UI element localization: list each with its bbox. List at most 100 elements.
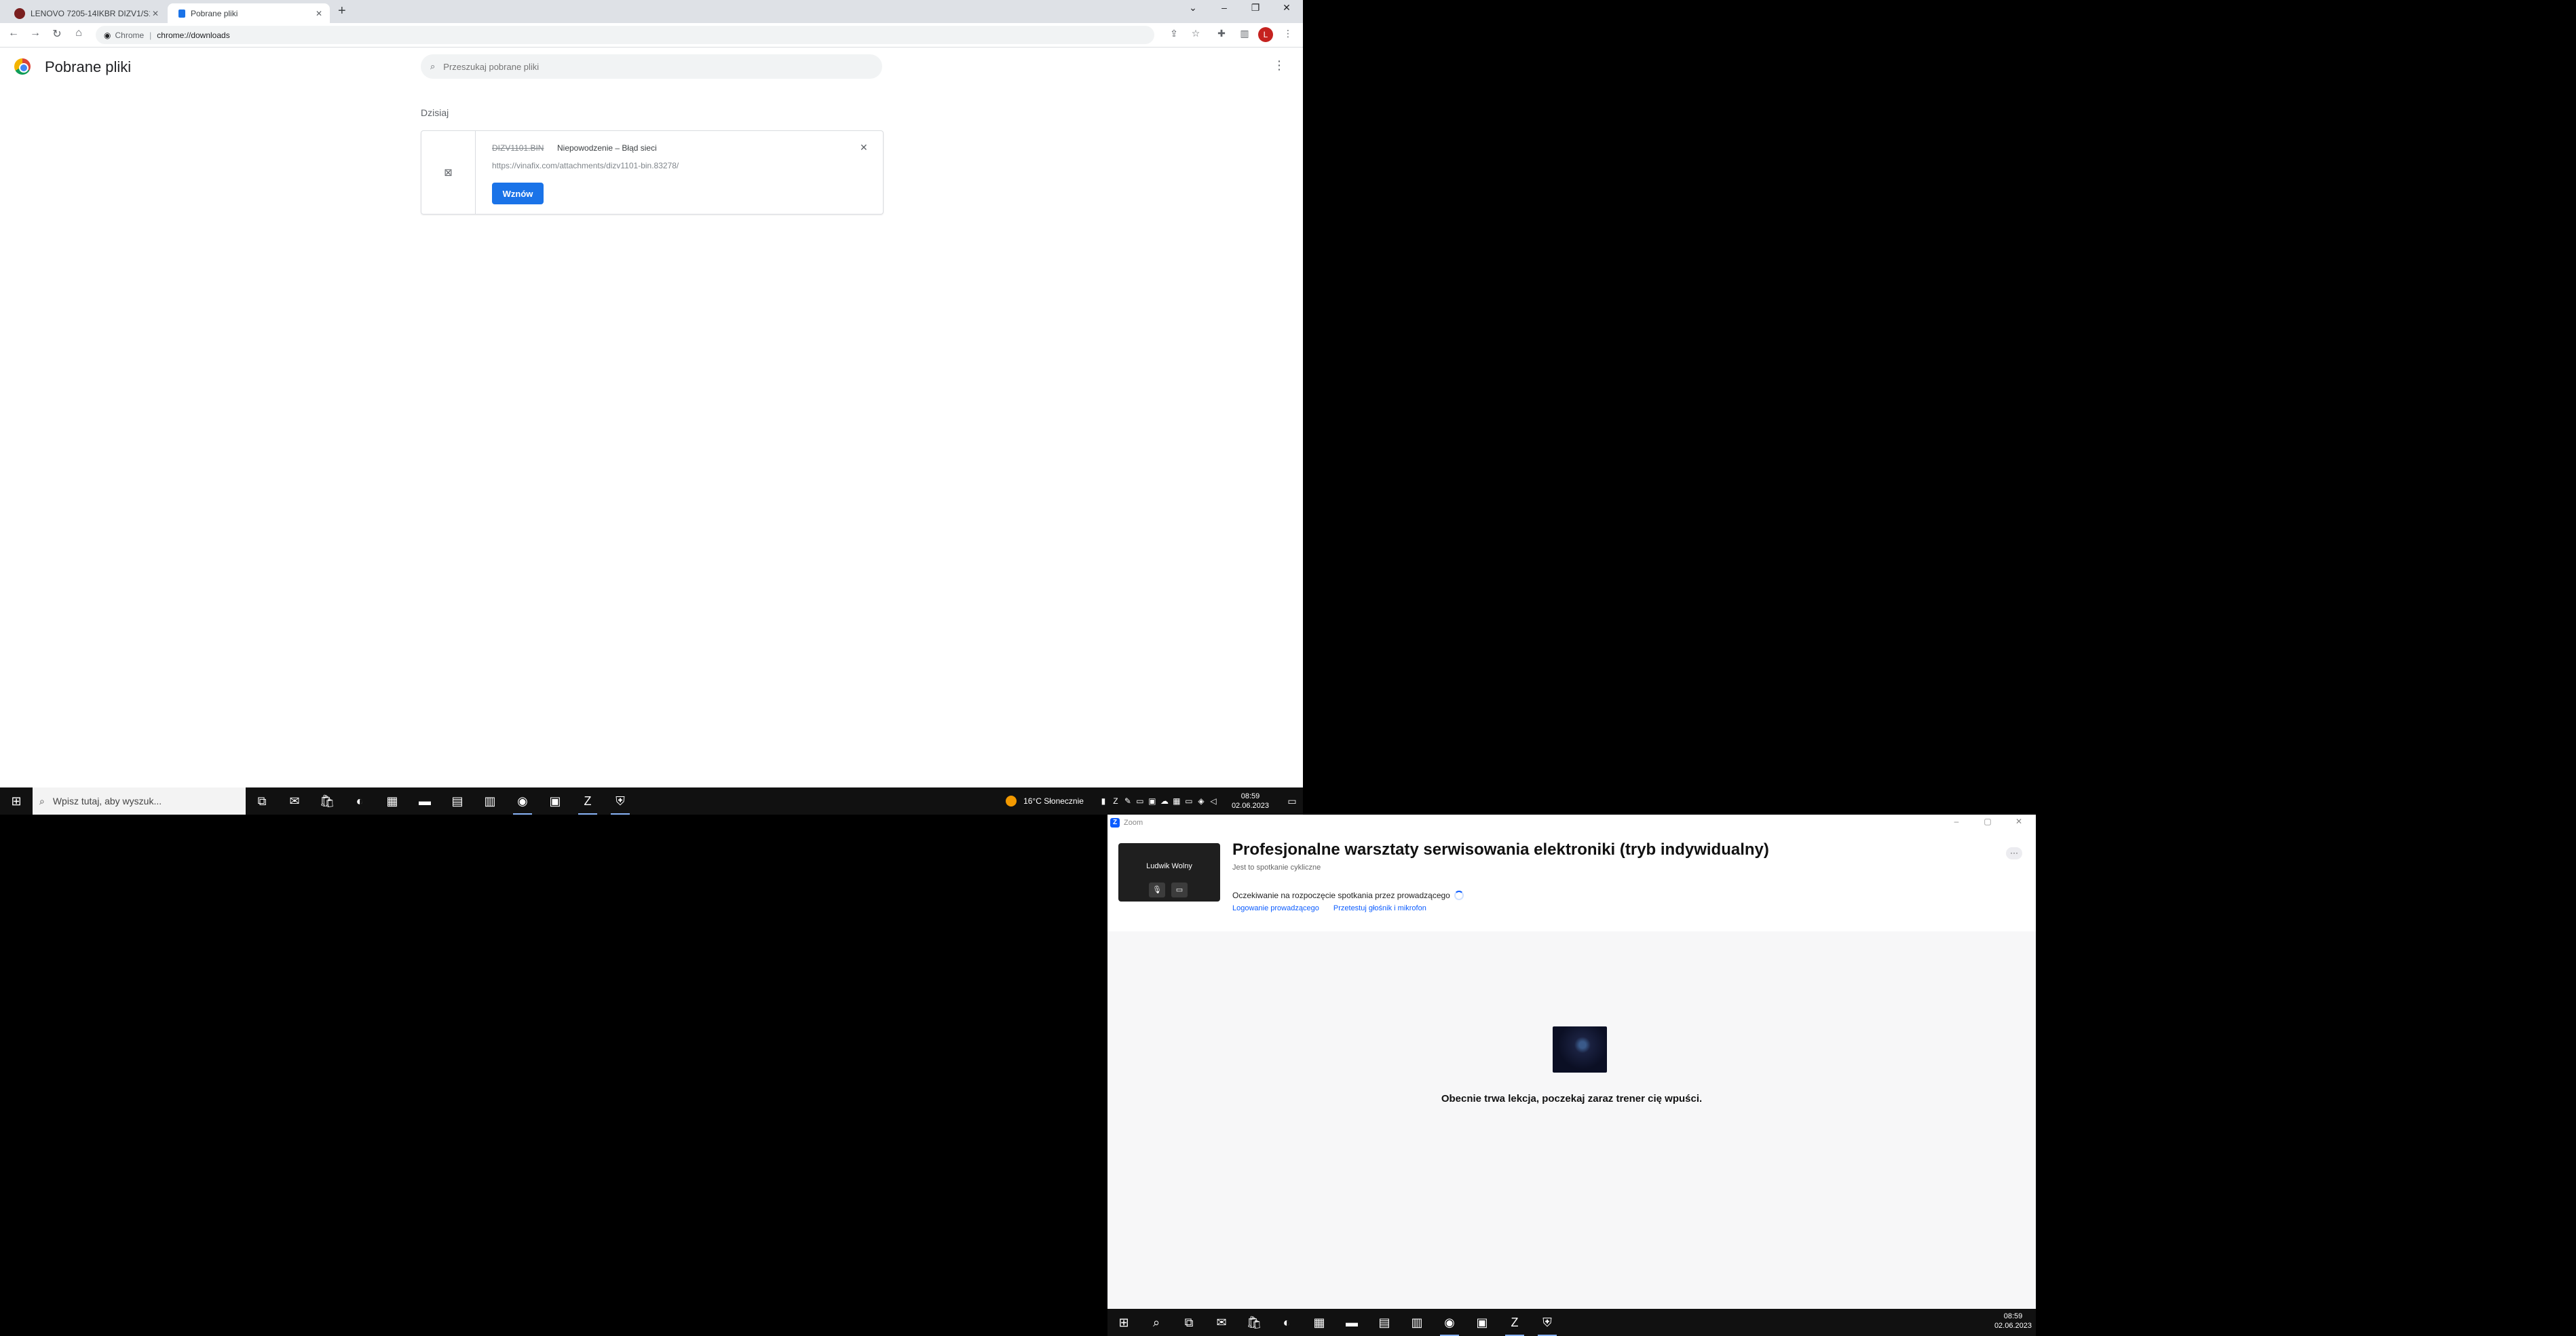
downloads-search[interactable]: ⌕ <box>421 54 882 79</box>
video-app-icon[interactable]: ▬ <box>1336 1309 1368 1336</box>
clock-time: 08:59 <box>2003 1312 2023 1320</box>
power-icon[interactable]: ◈ <box>1195 796 1207 806</box>
notifications-icon[interactable]: ▭ <box>1281 796 1303 807</box>
weather-widget[interactable]: 16°C Słonecznie <box>1006 796 1084 806</box>
home-icon[interactable]: ⌂ <box>71 27 87 39</box>
clock[interactable]: 08:59 02.06.2023 <box>1232 792 1269 811</box>
waiting-text: Oczekiwanie na rozpoczęcie spotkania prz… <box>1232 891 1450 900</box>
omnibox-url[interactable]: chrome://downloads <box>157 31 229 40</box>
share-icon[interactable]: ⇪ <box>1167 28 1181 39</box>
download-item: ⊠ DIZV1101.BIN Niepowodzenie – Błąd siec… <box>421 130 884 215</box>
app-icon[interactable]: ▦ <box>1303 1309 1336 1336</box>
task-view-icon[interactable]: ⧉ <box>1173 1309 1205 1336</box>
more-options-icon[interactable]: ··· <box>2006 847 2022 859</box>
close-window-icon[interactable]: ✕ <box>2003 817 2034 826</box>
taskbar-main: ⊞ ⌕ Wpisz tutaj, aby wyszuk... ⧉ ✉ 🛍 ◐ ▦… <box>0 787 1303 815</box>
zoom-app-name: Zoom <box>1124 819 1143 827</box>
toolbar: ← → ↻ ⌂ ◉ Chrome | chrome://downloads ⇪ … <box>0 23 1303 48</box>
close-tab-icon[interactable]: ✕ <box>150 9 161 18</box>
host-login-link[interactable]: Logowanie prowadzącego <box>1232 904 1319 912</box>
test-audio-link[interactable]: Przetestuj głośnik i mikrofon <box>1333 904 1426 912</box>
search-icon[interactable]: ⌕ <box>1140 1309 1173 1336</box>
back-icon[interactable]: ← <box>5 27 22 39</box>
participant-name: Ludwik Wolny <box>1146 862 1192 870</box>
tab-downloads[interactable]: Pobrane pliki ✕ <box>168 3 330 23</box>
zoom-taskbar-icon[interactable]: Z <box>571 787 604 815</box>
search-icon: ⌕ <box>430 61 436 71</box>
chrome-taskbar-icon[interactable]: ◉ <box>1433 1309 1466 1336</box>
calendar-icon[interactable]: ▣ <box>1466 1309 1498 1336</box>
bookmark-star-icon[interactable]: ☆ <box>1189 28 1202 39</box>
waiting-status: Oczekiwanie na rozpoczęcie spotkania prz… <box>1232 891 1464 900</box>
restore-icon[interactable]: ❐ <box>1242 2 1269 14</box>
file-explorer-icon[interactable]: ▤ <box>441 787 474 815</box>
date-section-heading: Dzisiaj <box>421 107 449 118</box>
tray-icon[interactable]: ▭ <box>1134 796 1146 806</box>
meeting-title: Profesjonalne warsztaty serwisowania ele… <box>1232 840 1769 859</box>
zoom-taskbar-icon[interactable]: Z <box>1498 1309 1531 1336</box>
self-video-preview: Ludwik Wolny 🎙 ▭ <box>1118 843 1220 902</box>
security-app-icon[interactable]: ⛨ <box>604 787 637 815</box>
maximize-icon[interactable]: ▢ <box>1972 817 2003 826</box>
calendar-icon[interactable]: ▣ <box>539 787 571 815</box>
tray-icon[interactable]: ▣ <box>1146 796 1158 806</box>
forward-icon[interactable]: → <box>27 27 43 39</box>
task-view-icon[interactable]: ⧉ <box>246 787 278 815</box>
clock-date: 02.06.2023 <box>1994 1322 2032 1330</box>
clock[interactable]: 08:59 02.06.2023 <box>1994 1312 2032 1331</box>
close-tab-icon[interactable]: ✕ <box>314 9 324 18</box>
mail-icon[interactable]: ✉ <box>1205 1309 1238 1336</box>
sun-icon <box>1006 796 1017 806</box>
extensions-icon[interactable]: ✚ <box>1215 28 1228 39</box>
store-icon[interactable]: 🛍 <box>1238 1309 1270 1336</box>
side-panel-icon[interactable]: ▥ <box>1238 28 1251 39</box>
zoom-tray-icon[interactable]: Z <box>1110 796 1122 806</box>
retry-button[interactable]: Wznów <box>492 183 544 204</box>
security-app-icon[interactable]: ⛨ <box>1531 1309 1564 1336</box>
network-icon[interactable]: ▭ <box>1183 796 1195 806</box>
host-image <box>1553 1026 1607 1073</box>
edge-icon[interactable]: ◐ <box>343 787 376 815</box>
download-url[interactable]: https://vinafix.com/attachments/dizv1101… <box>492 161 679 170</box>
calculator-icon[interactable]: ▥ <box>474 787 506 815</box>
mail-icon[interactable]: ✉ <box>278 787 311 815</box>
downloads-menu-icon[interactable]: ⋮ <box>1273 58 1285 73</box>
waiting-room-message: Obecnie trwa lekcja, poczekaj zaraz tren… <box>1441 1093 1703 1105</box>
new-tab-icon[interactable]: + <box>338 4 346 18</box>
taskbar-secondary: ⊞ ⌕ ⧉ ✉ 🛍 ◐ ▦ ▬ ▤ ▥ ◉ ▣ Z ⛨ 08:59 02.06.… <box>1107 1309 2036 1336</box>
start-icon[interactable]: ⊞ <box>1107 1309 1140 1336</box>
pen-tray-icon[interactable]: ✎ <box>1122 796 1134 806</box>
tray-icon[interactable]: ▦ <box>1171 796 1183 806</box>
search-input[interactable] <box>443 61 851 72</box>
microphone-icon[interactable]: 🎙 <box>1149 883 1165 897</box>
tab-lenovo[interactable]: LENOVO 7205-14IKBR DIZV1/S1... ✕ <box>5 3 166 23</box>
chrome-menu-icon[interactable]: ⋮ <box>1281 28 1295 39</box>
address-bar[interactable]: ◉ Chrome | chrome://downloads <box>96 26 1154 44</box>
edge-icon[interactable]: ◐ <box>1270 1309 1303 1336</box>
app-icon[interactable]: ▦ <box>376 787 409 815</box>
profile-avatar[interactable]: L <box>1258 27 1273 42</box>
remove-download-icon[interactable]: ✕ <box>860 142 868 153</box>
tray-icon[interactable]: ☁ <box>1158 796 1171 806</box>
tab-search-icon[interactable]: ⌄ <box>1179 2 1207 14</box>
volume-icon[interactable]: ◁ <box>1207 796 1219 806</box>
page-title: Pobrane pliki <box>45 58 132 75</box>
store-icon[interactable]: 🛍 <box>311 787 343 815</box>
reload-icon[interactable]: ↻ <box>49 27 65 41</box>
taskbar-search[interactable]: ⌕ Wpisz tutaj, aby wyszuk... <box>33 787 246 815</box>
calculator-icon[interactable]: ▥ <box>1401 1309 1433 1336</box>
omnibox-chip: Chrome <box>115 30 145 40</box>
tab-strip: LENOVO 7205-14IKBR DIZV1/S1... ✕ Pobrane… <box>0 0 1303 23</box>
chrome-taskbar-icon[interactable]: ◉ <box>506 787 539 815</box>
camera-icon[interactable]: ▭ <box>1171 883 1188 897</box>
start-icon[interactable]: ⊞ <box>0 787 33 815</box>
minimize-icon[interactable]: – <box>1211 2 1238 13</box>
file-failed-icon: ⊠ <box>421 131 476 214</box>
tray-icon[interactable]: ▮ <box>1097 796 1110 806</box>
file-explorer-icon[interactable]: ▤ <box>1368 1309 1401 1336</box>
video-app-icon[interactable]: ▬ <box>409 787 441 815</box>
weather-text: 16°C Słonecznie <box>1023 796 1084 806</box>
download-filename: DIZV1101.BIN <box>492 143 544 153</box>
close-window-icon[interactable]: ✕ <box>1273 2 1300 14</box>
minimize-icon[interactable]: – <box>1941 817 1972 826</box>
